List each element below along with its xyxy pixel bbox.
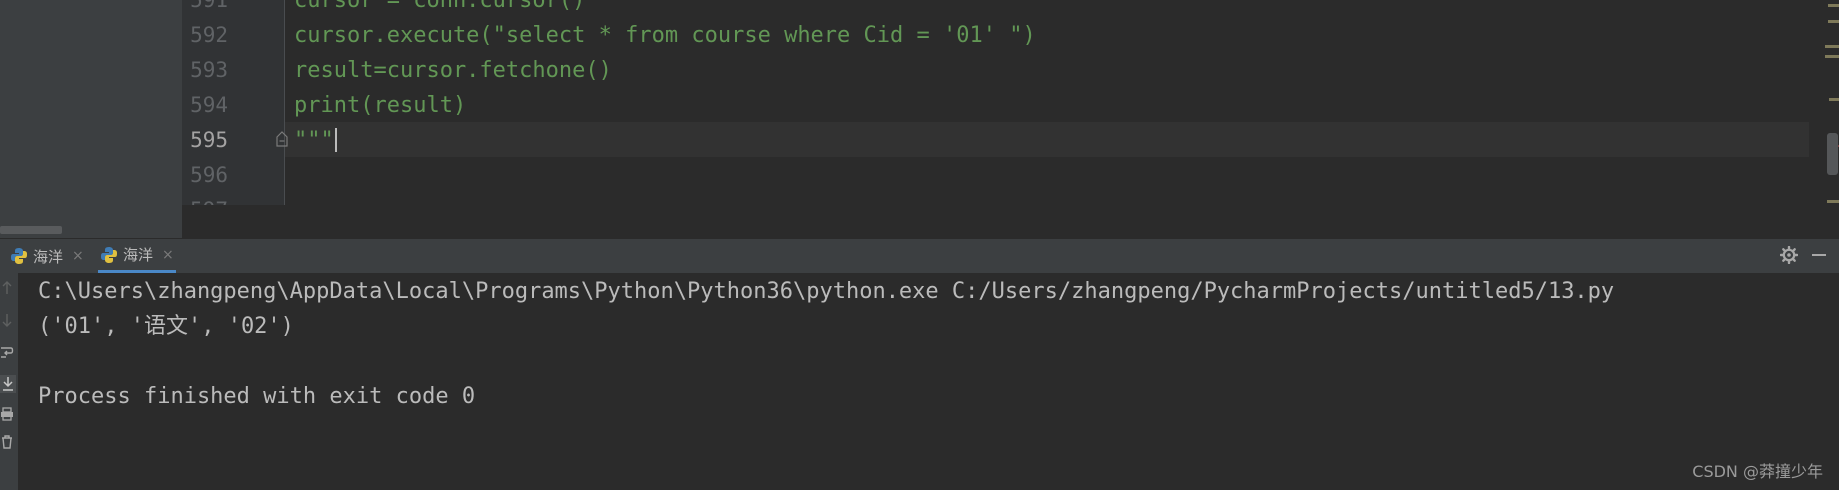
text-caret bbox=[335, 128, 337, 152]
line-number: 592 bbox=[190, 23, 228, 47]
watermark: CSDN @莽撞少年 bbox=[1692, 462, 1823, 481]
console-line: Process finished with exit code 0 bbox=[38, 384, 476, 409]
soft-wrap-icon[interactable] bbox=[0, 345, 14, 359]
trash-icon[interactable] bbox=[0, 435, 14, 449]
line-number: 594 bbox=[190, 93, 228, 117]
stripe-mark[interactable] bbox=[1828, 4, 1839, 7]
stripe-mark[interactable] bbox=[1828, 20, 1839, 23]
line-number: 593 bbox=[190, 58, 228, 82]
editor-bottom-edge bbox=[182, 205, 1839, 238]
python-icon bbox=[101, 246, 117, 263]
current-line-highlight bbox=[285, 122, 1809, 157]
code-line[interactable]: cursor.execute("select * from course whe… bbox=[294, 18, 1036, 53]
code-line[interactable]: cursor = conn.cursor() bbox=[294, 0, 585, 18]
gear-icon[interactable] bbox=[1780, 246, 1798, 264]
run-tab-label: 海洋 bbox=[33, 247, 64, 266]
up-arrow-icon[interactable] bbox=[0, 281, 14, 295]
code-line[interactable]: result=cursor.fetchone() bbox=[294, 53, 612, 88]
run-tool-window-header: 海洋 × 海洋 × bbox=[0, 238, 1839, 273]
close-icon[interactable]: × bbox=[72, 248, 84, 264]
run-tab[interactable]: 海洋 × bbox=[10, 239, 84, 273]
code-line[interactable]: print(result) bbox=[294, 88, 466, 123]
project-horizontal-scrollbar[interactable] bbox=[0, 226, 62, 234]
fold-marker-icon[interactable] bbox=[276, 131, 288, 147]
print-icon[interactable] bbox=[0, 407, 14, 421]
code-editor[interactable]: 591 592 593 594 595 596 597 cursor = con… bbox=[0, 0, 1839, 238]
run-tab-label: 海洋 bbox=[123, 246, 154, 264]
console-line: ('01', '语文', '02') bbox=[38, 314, 294, 339]
run-toolbar bbox=[0, 273, 18, 490]
python-icon bbox=[11, 248, 27, 264]
console-line: C:\Users\zhangpeng\AppData\Local\Program… bbox=[38, 279, 1615, 304]
stripe-mark[interactable] bbox=[1825, 55, 1839, 58]
stripe-mark[interactable] bbox=[1827, 200, 1839, 203]
scroll-to-end-icon[interactable] bbox=[0, 375, 16, 393]
minimize-icon[interactable] bbox=[1812, 254, 1826, 256]
code-line-current[interactable]: """ bbox=[294, 123, 334, 158]
project-panel[interactable] bbox=[0, 0, 182, 238]
close-icon[interactable]: × bbox=[162, 247, 174, 263]
stripe-mark[interactable] bbox=[1825, 45, 1839, 48]
line-number: 591 bbox=[190, 0, 228, 12]
stripe-mark[interactable] bbox=[1829, 98, 1839, 101]
gutter-divider bbox=[284, 0, 285, 205]
editor-vertical-scrollbar[interactable] bbox=[1827, 133, 1838, 175]
line-number-current: 595 bbox=[190, 128, 228, 152]
line-number: 596 bbox=[190, 163, 228, 187]
run-tab-active[interactable]: 海洋 × bbox=[98, 239, 176, 273]
down-arrow-icon[interactable] bbox=[0, 313, 14, 327]
